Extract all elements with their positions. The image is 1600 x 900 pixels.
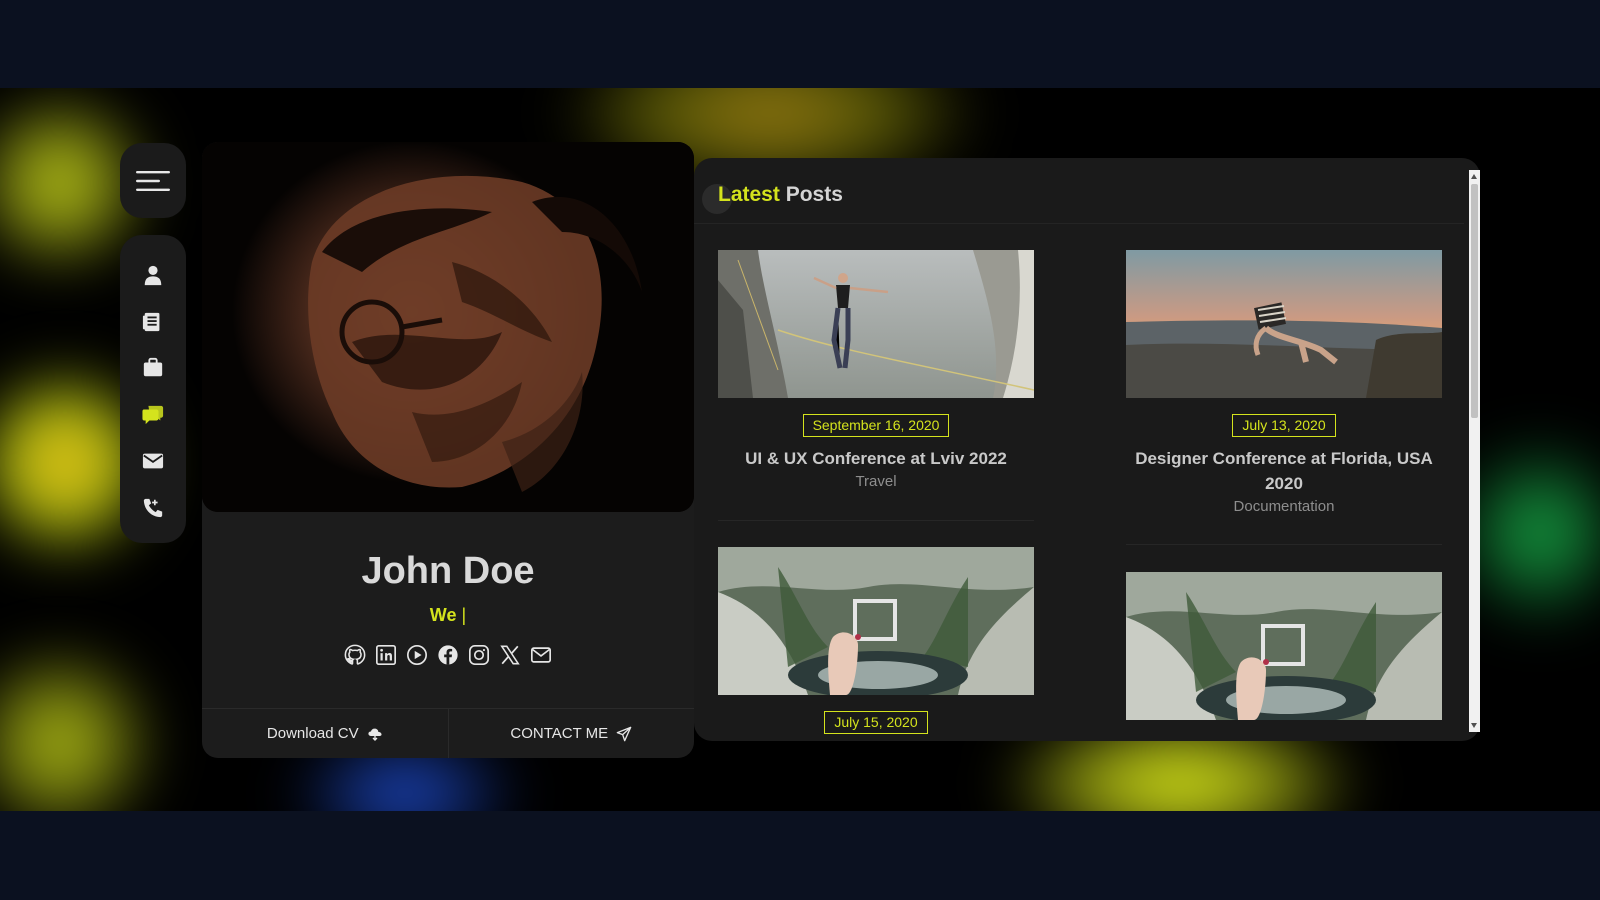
download-cv-button[interactable]: Download CV	[202, 709, 448, 758]
side-nav	[120, 235, 186, 543]
chat-icon	[142, 405, 164, 424]
typed-tagline: We |	[202, 605, 694, 626]
instagram-icon	[469, 645, 489, 665]
contact-me-label: CONTACT ME	[510, 725, 609, 742]
posts-title-rest: Posts	[785, 183, 843, 206]
post-thumbnail[interactable]	[718, 250, 1034, 398]
post-card[interactable]	[1126, 572, 1442, 720]
contact-me-button[interactable]: CONTACT ME	[447, 709, 695, 758]
send-icon	[616, 726, 632, 741]
post-card[interactable]: July 15, 2020	[718, 547, 1034, 734]
nav-item-contact[interactable]	[133, 441, 173, 481]
scroll-down-arrow-icon[interactable]	[1471, 723, 1477, 728]
email-link[interactable]	[530, 644, 552, 666]
post-thumbnail[interactable]	[1126, 572, 1442, 720]
github-link[interactable]	[344, 644, 366, 666]
scroll-up-arrow-icon[interactable]	[1471, 174, 1477, 179]
play-icon	[407, 645, 427, 665]
post-date: July 15, 2020	[824, 711, 928, 734]
nav-item-resume[interactable]	[133, 302, 173, 342]
hamburger-icon	[136, 170, 170, 191]
post-divider	[718, 520, 1034, 521]
glow-blob	[0, 648, 160, 811]
post-card[interactable]: September 16, 2020 UI & UX Conference at…	[718, 250, 1034, 490]
mail-icon	[531, 647, 551, 663]
resume-icon	[142, 312, 160, 331]
x-link[interactable]	[499, 644, 521, 666]
youtube-link[interactable]	[406, 644, 428, 666]
x-icon	[500, 645, 520, 665]
linkedin-icon	[376, 645, 396, 665]
phone-icon	[143, 498, 163, 517]
post-date: July 13, 2020	[1232, 414, 1336, 437]
post-divider	[1126, 544, 1442, 545]
posts-header: Latest Posts	[694, 158, 1464, 224]
post-date: September 16, 2020	[802, 414, 950, 437]
post-thumbnail[interactable]	[718, 547, 1034, 695]
nav-item-call[interactable]	[133, 488, 173, 528]
post-title[interactable]: UI & UX Conference at Lviv 2022	[718, 446, 1034, 471]
facebook-link[interactable]	[437, 644, 459, 666]
profile-actions: Download CV CONTACT ME	[202, 708, 694, 758]
post-card[interactable]: July 13, 2020 Designer Conference at Flo…	[1126, 250, 1442, 515]
user-icon	[144, 265, 162, 286]
linkedin-link[interactable]	[375, 644, 397, 666]
typed-cursor: |	[461, 605, 467, 625]
profile-name: John Doe	[361, 550, 535, 592]
posts-scrollbar[interactable]	[1469, 170, 1480, 732]
post-category[interactable]: Documentation	[1126, 498, 1442, 515]
latest-posts-panel: Latest Posts September 16, 2020 UI & UX …	[694, 158, 1480, 741]
posts-title: Latest Posts	[718, 183, 843, 207]
post-title[interactable]: Designer Conference at Florida, USA 2020	[1126, 446, 1442, 496]
profile-photo	[202, 142, 694, 512]
post-thumbnail[interactable]	[1126, 250, 1442, 398]
posts-title-accent: Latest	[718, 183, 780, 206]
facebook-icon	[438, 645, 458, 665]
post-category[interactable]: Travel	[718, 473, 1034, 490]
typed-text: We	[429, 605, 457, 625]
github-icon	[344, 644, 366, 665]
nav-item-blog[interactable]	[133, 395, 173, 435]
nav-item-portfolio[interactable]	[133, 348, 173, 388]
envelope-icon	[142, 453, 164, 469]
nav-item-about[interactable]	[133, 255, 173, 295]
scrollbar-thumb[interactable]	[1471, 184, 1478, 418]
menu-toggle-button[interactable]	[120, 143, 186, 218]
glow-blob	[1460, 428, 1600, 638]
briefcase-icon	[143, 357, 163, 377]
cloud-download-icon	[368, 728, 382, 741]
download-cv-label: Download CV	[266, 725, 359, 742]
social-links	[202, 644, 694, 666]
instagram-link[interactable]	[468, 644, 490, 666]
